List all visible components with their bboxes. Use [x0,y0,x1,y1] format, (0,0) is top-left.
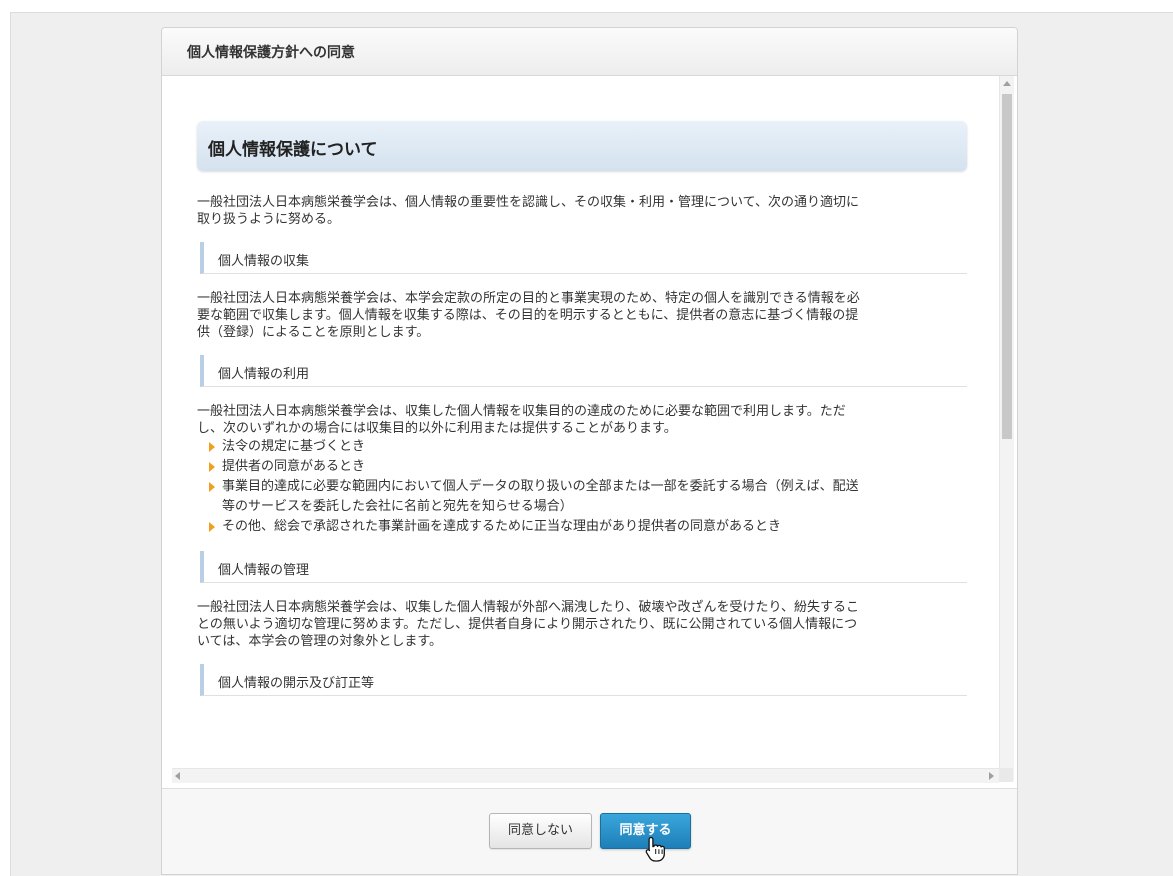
policy-intro: 一般社団法人日本病態栄養学会は、個人情報の重要性を認識し、その収集・利用・管理に… [197,195,859,227]
list-item-text: 事業目的達成に必要な範囲内において個人データの取り扱いの全部または一部を委託する… [222,479,859,514]
consent-dialog: 個人情報保護方針への同意 個人情報保護について 一般社団法人日本病態栄養学会は、… [161,27,1018,875]
section-heading-usage: 個人情報の利用 [200,355,967,387]
bullet-arrow-icon [209,522,215,532]
bullet-arrow-icon [209,482,215,492]
section-title: 個人情報の収集 [218,254,310,269]
dialog-title: 個人情報保護方針への同意 [187,45,355,61]
scrollbar-corner [999,768,1013,782]
section-title: 個人情報の利用 [218,367,310,382]
list-item: その他、総会で承認された事業計画を達成するために正当な理由があり提供者の同意があ… [209,517,967,537]
bullet-arrow-icon [209,442,215,452]
section-heading-collection: 個人情報の収集 [200,242,967,274]
scroll-right-arrow-icon[interactable] [989,772,994,780]
scroll-left-arrow-icon[interactable] [175,772,180,780]
dialog-header: 個人情報保護方針への同意 [162,28,1017,76]
policy-heading: 個人情報保護について [197,121,967,171]
list-item-text: 提供者の同意があるとき [222,459,366,474]
list-item-text: その他、総会で承認された事業計画を達成するために正当な理由があり提供者の同意があ… [222,519,782,534]
list-item: 法令の規定に基づくとき [209,437,967,457]
list-item: 提供者の同意があるとき [209,457,967,477]
policy-heading-text: 個人情報保護について [208,140,378,160]
section-body-usage: 一般社団法人日本病態栄養学会は、収集した個人情報を収集目的の達成のために必要な範… [197,404,846,436]
section-body-management: 一般社団法人日本病態栄養学会は、収集した個人情報が外部へ漏洩したり、破壊や改ざん… [197,600,859,649]
vertical-scroll-thumb[interactable] [1002,94,1012,439]
decline-button[interactable]: 同意しない [489,813,592,849]
section-title: 個人情報の開示及び訂正等 [218,676,375,691]
list-item: 事業目的達成に必要な範囲内において個人データの取り扱いの全部または一部を委託する… [209,477,967,517]
section-heading-disclosure: 個人情報の開示及び訂正等 [200,664,967,696]
bullet-arrow-icon [209,462,215,472]
policy-scroll-area[interactable]: 個人情報保護について 一般社団法人日本病態栄養学会は、個人情報の重要性を認識し、… [172,76,999,781]
policy-content: 個人情報保護について 一般社団法人日本病態栄養学会は、個人情報の重要性を認識し、… [197,121,967,696]
section-body-collection: 一般社団法人日本病態栄養学会は、本学会定款の所定の目的と事業実現のため、特定の個… [197,291,860,340]
vertical-scrollbar[interactable] [999,76,1014,781]
section-heading-management: 個人情報の管理 [200,551,967,583]
list-item-text: 法令の規定に基づくとき [222,439,366,454]
hand-cursor-icon [645,836,665,862]
section-title: 個人情報の管理 [218,563,310,578]
dialog-footer: 同意しない 同意する [162,788,1017,874]
usage-exceptions-list: 法令の規定に基づくとき 提供者の同意があるとき 事業目的達成に必要な範囲内におい… [209,437,967,537]
horizontal-scrollbar[interactable] [172,768,999,783]
scroll-up-arrow-icon[interactable] [1003,81,1011,86]
